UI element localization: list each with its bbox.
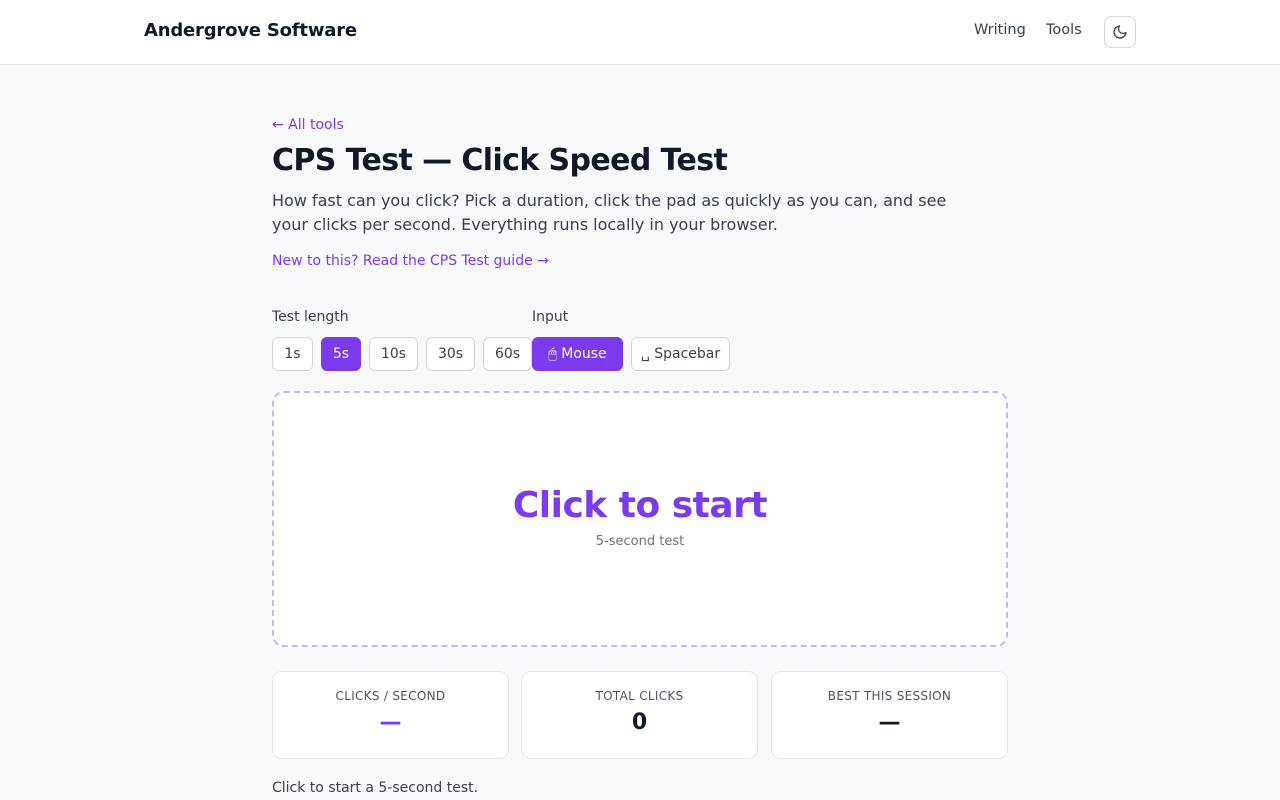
site-header: Andergrove Software Writing Tools <box>0 0 1280 65</box>
pad-subtitle: 5-second test <box>595 534 685 549</box>
input-spacebar-button[interactable]: ␣ Spacebar <box>631 337 730 371</box>
stat-label-best: BEST THIS SESSION <box>827 689 952 703</box>
duration-30s-button[interactable]: 30s <box>426 337 475 371</box>
nav-link-writing[interactable]: Writing <box>974 22 1026 38</box>
stat-card-best: BEST THIS SESSION — <box>771 671 1008 759</box>
moon-icon <box>1113 25 1127 39</box>
pad-title: Click to start <box>512 485 768 526</box>
nav-link-tools[interactable]: Tools <box>1046 22 1082 38</box>
stat-label-total: TOTAL CLICKS <box>595 689 684 703</box>
stat-value-cps: — <box>379 710 402 735</box>
duration-1s-button[interactable]: 1s <box>272 337 313 371</box>
duration-5s-button[interactable]: 5s <box>321 337 361 371</box>
stat-card-total: TOTAL CLICKS 0 <box>521 671 758 759</box>
stat-card-cps: CLICKS / SECOND — <box>272 671 509 759</box>
click-pad[interactable]: Click to start 5-second test <box>272 391 1008 647</box>
stat-value-best: — <box>878 710 901 735</box>
input-mouse-button[interactable]: 🖱 Mouse <box>532 337 623 371</box>
duration-10s-button[interactable]: 10s <box>369 337 418 371</box>
duration-60s-button[interactable]: 60s <box>483 337 532 371</box>
back-to-tools-link[interactable]: ← All tools <box>272 117 344 133</box>
page-description: How fast can you click? Pick a duration,… <box>272 191 947 234</box>
status-message: Click to start a 5-second test. <box>272 780 479 796</box>
brand-logo-text[interactable]: Andergrove Software <box>144 20 357 41</box>
stat-value-total: 0 <box>631 710 648 735</box>
theme-toggle-button[interactable] <box>1104 16 1136 48</box>
page-title: CPS Test — Click Speed Test <box>272 143 728 178</box>
guide-link[interactable]: New to this? Read the CPS Test guide → <box>272 253 549 269</box>
test-length-label: Test length <box>272 309 349 325</box>
input-label: Input <box>532 309 569 325</box>
stat-label-cps: CLICKS / SECOND <box>335 689 446 703</box>
